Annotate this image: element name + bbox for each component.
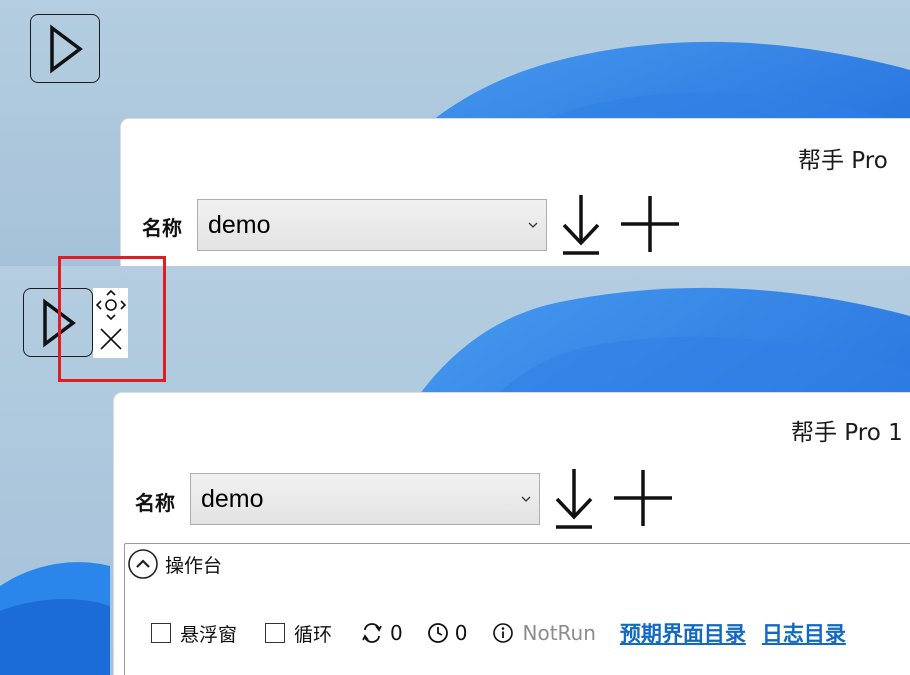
console-header[interactable]: 操作台 [127, 548, 222, 580]
name-label: 名称 [142, 216, 182, 240]
name-combobox[interactable]: demo [197, 199, 547, 251]
download-button[interactable] [557, 191, 605, 257]
loop-label: 循环 [294, 623, 333, 646]
clock-icon [427, 623, 448, 643]
name-combobox-value: demo [208, 210, 271, 239]
expected-ui-dir-link[interactable]: 预期界面目录 [620, 618, 746, 648]
download-button[interactable] [550, 465, 598, 531]
download-icon [562, 195, 600, 255]
collapse-icon[interactable] [127, 548, 159, 580]
timer-count: 0 [454, 621, 468, 645]
top-screen-region: 帮手 Pro 名称 demo [0, 0, 910, 266]
console-controls-row: 悬浮窗 循环 0 0 NotRun 预期界面目录 日志目录 [151, 618, 846, 648]
play-button[interactable] [30, 14, 100, 83]
name-combobox-value: demo [201, 484, 264, 513]
annotation-highlight-box [58, 256, 166, 382]
chevron-down-icon [513, 495, 539, 503]
add-button[interactable] [619, 192, 681, 256]
console-label: 操作台 [165, 554, 223, 577]
chevron-down-icon [520, 221, 546, 229]
helper-window: 帮手 Pro 名称 demo [120, 118, 910, 266]
add-icon [614, 470, 672, 526]
add-icon [621, 196, 679, 252]
play-icon [50, 24, 83, 73]
name-combobox[interactable]: demo [190, 473, 540, 525]
helper-window: 帮手 Pro 1 名称 demo 操作台 悬浮窗 循环 0 0 NotRun 预… [113, 392, 910, 675]
log-dir-link[interactable]: 日志目录 [762, 618, 846, 648]
run-status: NotRun [522, 621, 596, 645]
window-title: 帮手 Pro [798, 148, 888, 174]
loop-icon [362, 623, 382, 643]
window-title: 帮手 Pro 1 [791, 420, 903, 446]
console-panel: 操作台 悬浮窗 循环 0 0 NotRun 预期界面目录 日志目录 [124, 543, 910, 675]
name-label: 名称 [135, 491, 175, 515]
info-icon [492, 623, 513, 643]
loop-count: 0 [390, 621, 403, 645]
floating-window-checkbox[interactable] [151, 623, 171, 643]
loop-checkbox[interactable] [265, 623, 286, 643]
download-icon [555, 469, 593, 529]
add-button[interactable] [612, 466, 674, 530]
floating-window-label: 悬浮窗 [180, 623, 238, 646]
